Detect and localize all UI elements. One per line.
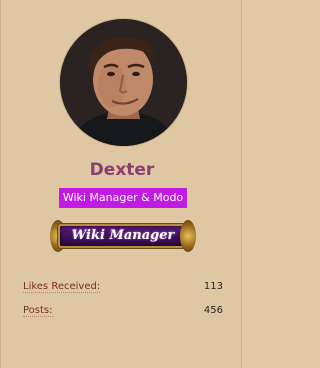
rank-banner: Wiki Manager [48,218,198,254]
rank-banner-text: Wiki Manager [71,228,175,243]
role-badge: Wiki Manager & Modo [59,188,187,208]
posts-label[interactable]: Posts: [23,305,53,317]
avatar-portrait-icon [60,19,187,146]
posts-value[interactable]: 456 [204,305,223,316]
user-avatar[interactable] [60,19,187,146]
likes-received-label[interactable]: Likes Received: [23,281,101,293]
username[interactable]: Dexter [1,160,243,180]
user-profile-card: Dexter Wiki Manager & Modo Wiki Manager … [0,0,242,368]
stat-posts: Posts: 456 [23,305,223,321]
stat-likes-received: Likes Received: 113 [23,281,223,297]
likes-received-value: 113 [203,281,223,292]
